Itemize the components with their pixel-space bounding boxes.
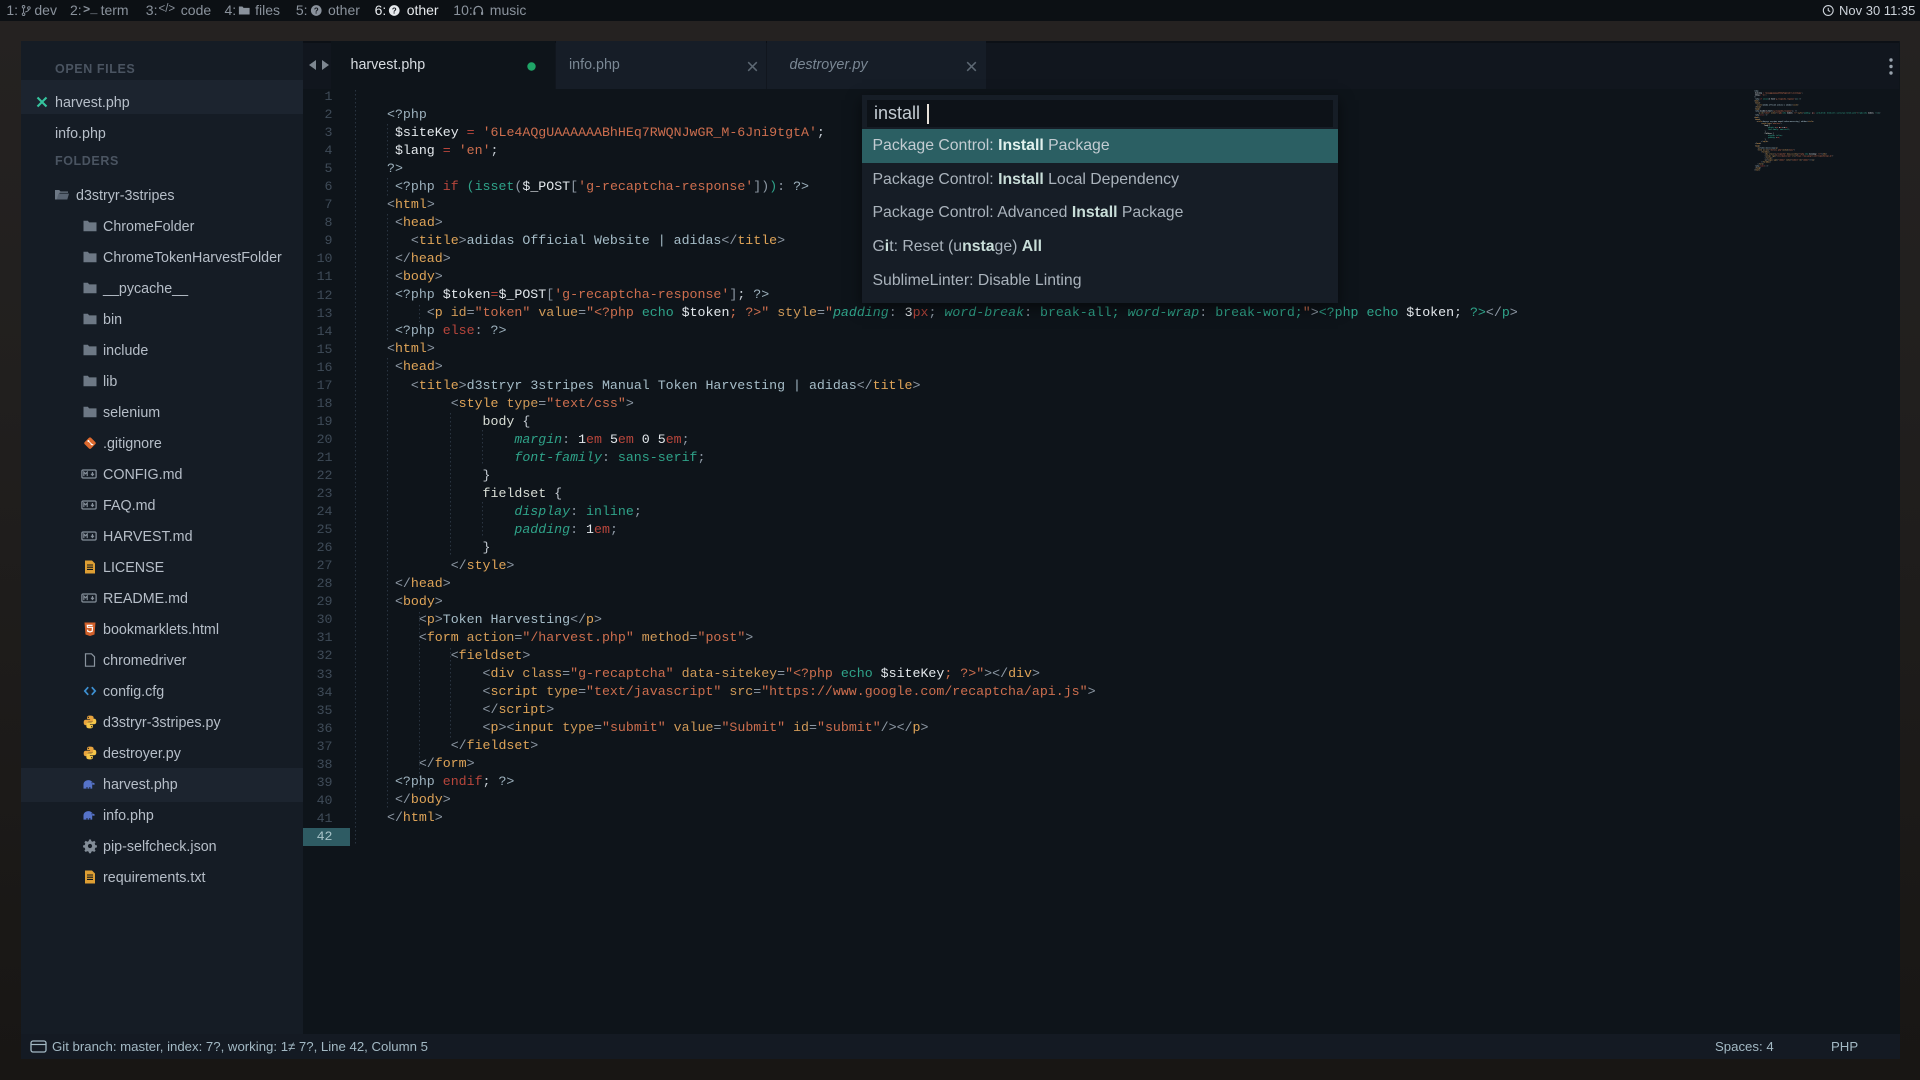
svg-text:?: ? xyxy=(392,6,397,15)
svg-text:?: ? xyxy=(313,6,318,15)
